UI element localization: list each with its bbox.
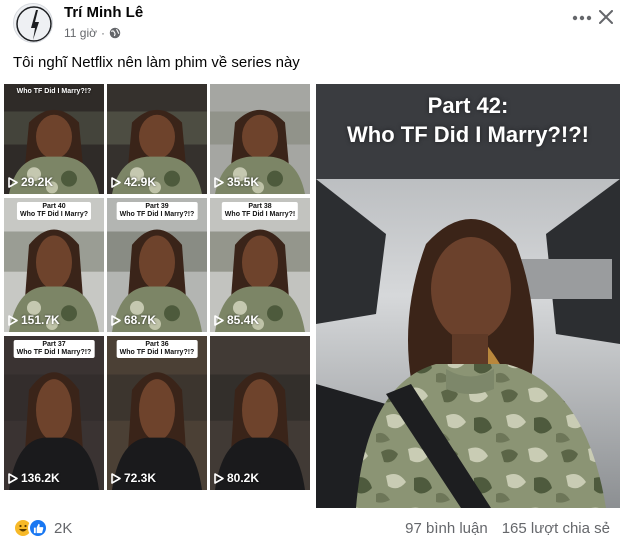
avatar-silhouette-icon <box>14 4 52 42</box>
view-count: 72.3K <box>111 471 156 485</box>
view-count-value: 68.7K <box>124 313 157 327</box>
engagement-stats: 97 bình luận 165 lượt chia sẻ <box>405 520 610 537</box>
video-tile[interactable]: 80.2K <box>210 336 310 490</box>
view-count: 85.4K <box>214 313 259 327</box>
video-tile[interactable]: Part 40 Who TF Did I Marry? 151.7K <box>4 198 104 332</box>
close-button[interactable] <box>592 2 620 32</box>
featured-video[interactable]: Part 42: Who TF Did I Marry?!?! <box>316 84 620 508</box>
play-icon <box>8 314 18 326</box>
play-icon <box>214 176 224 188</box>
video-tile[interactable]: 35.5K <box>210 84 310 194</box>
shares-count[interactable]: 165 lượt chia sẻ <box>502 520 610 537</box>
more-icon <box>572 15 592 21</box>
video-thumbnail <box>4 336 104 490</box>
video-thumbnail <box>210 336 310 490</box>
author-avatar[interactable] <box>13 3 53 43</box>
video-title-label: Who TF Did I Marry?!? <box>16 88 92 95</box>
video-tile[interactable]: Part 37 Who TF Did I Marry?!? 136.2K <box>4 336 104 490</box>
post-time[interactable]: 11 giờ <box>64 26 97 40</box>
video-tile[interactable]: Who TF Did I Marry?!? 29.2K <box>4 84 104 194</box>
play-icon <box>8 472 18 484</box>
video-tile[interactable]: Part 36 Who TF Did I Marry?!? 72.3K <box>107 336 207 490</box>
featured-video-title: Part 42: Who TF Did I Marry?!?! <box>316 92 620 149</box>
play-icon <box>111 472 121 484</box>
close-icon <box>599 10 613 24</box>
view-count-value: 35.5K <box>227 175 260 189</box>
post-media[interactable]: Who TF Did I Marry?!? 29.2K 42.9K 35.5K Part… <box>0 84 620 508</box>
globe-icon[interactable] <box>109 27 121 39</box>
post-footer: 2K 97 bình luận 165 lượt chia sẻ <box>0 514 620 544</box>
view-count: 151.7K <box>8 313 60 327</box>
view-count: 136.2K <box>8 471 60 485</box>
featured-title-line1: Part 42: <box>427 93 509 118</box>
view-count-value: 42.9K <box>124 175 157 189</box>
featured-title-line2: Who TF Did I Marry?!?! <box>347 121 589 147</box>
play-icon <box>111 176 121 188</box>
post-caption: Tôi nghĩ Netflix nên làm phim về series … <box>13 54 300 71</box>
view-count-value: 136.2K <box>21 471 60 485</box>
post-meta: 11 giờ · <box>64 26 121 40</box>
view-count: 29.2K <box>8 175 53 189</box>
play-icon <box>214 314 224 326</box>
view-count: 42.9K <box>111 175 156 189</box>
view-count-value: 72.3K <box>124 471 157 485</box>
video-tile[interactable]: 42.9K <box>107 84 207 194</box>
author-name[interactable]: Trí Minh Lê <box>64 4 143 21</box>
reaction-count: 2K <box>54 519 73 537</box>
view-count: 80.2K <box>214 471 259 485</box>
view-count-value: 151.7K <box>21 313 60 327</box>
video-thumbnail <box>107 336 207 490</box>
video-title-label: Part 40 Who TF Did I Marry? <box>16 202 92 221</box>
video-title-label: Part 39 Who TF Did I Marry?!? <box>116 202 198 221</box>
view-count: 35.5K <box>214 175 259 189</box>
video-title-label: Part 36 Who TF Did I Marry?!? <box>116 340 198 359</box>
video-title-label: Part 37 Who TF Did I Marry?!? <box>13 340 95 359</box>
view-count-value: 80.2K <box>227 471 260 485</box>
video-title-label: Part 38 Who TF Did I Marry?! <box>221 202 299 221</box>
video-tile[interactable]: Part 38 Who TF Did I Marry?! 85.4K <box>210 198 310 332</box>
view-count-value: 29.2K <box>21 175 54 189</box>
meta-separator: · <box>101 26 105 40</box>
view-count-value: 85.4K <box>227 313 260 327</box>
video-tile[interactable]: Part 39 Who TF Did I Marry?!? 68.7K <box>107 198 207 332</box>
post-header: Trí Minh Lê 11 giờ · <box>0 0 620 46</box>
comments-count[interactable]: 97 bình luận <box>405 520 488 537</box>
like-reaction-icon <box>28 518 48 538</box>
play-icon <box>111 314 121 326</box>
view-count: 68.7K <box>111 313 156 327</box>
video-grid[interactable]: Who TF Did I Marry?!? 29.2K 42.9K 35.5K Part… <box>4 84 310 508</box>
reactions-summary[interactable]: 2K <box>13 518 72 538</box>
play-icon <box>214 472 224 484</box>
play-icon <box>8 176 18 188</box>
